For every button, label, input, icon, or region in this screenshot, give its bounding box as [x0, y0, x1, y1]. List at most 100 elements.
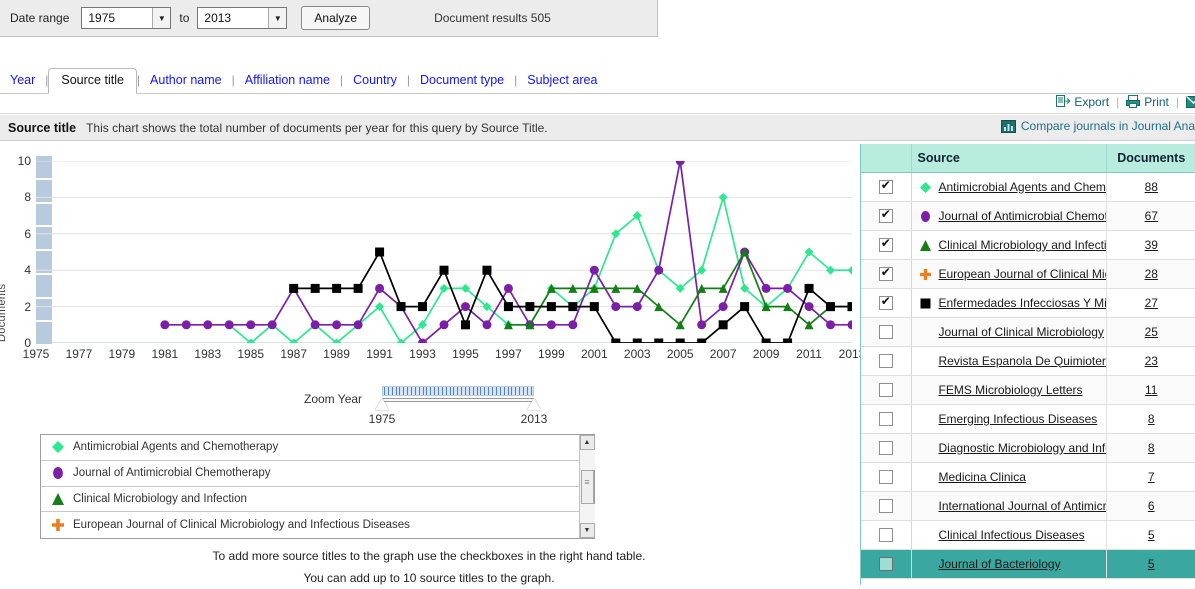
- source-link[interactable]: Emerging Infectious Diseases: [939, 412, 1098, 426]
- row-checkbox-cell[interactable]: [861, 404, 911, 433]
- col-header-documents[interactable]: Documents: [1106, 144, 1195, 172]
- row-checkbox-cell[interactable]: [861, 259, 911, 288]
- documents-count-link[interactable]: 27: [1145, 296, 1158, 310]
- source-link[interactable]: Journal of Clinical Microbiology: [939, 325, 1104, 339]
- table-row[interactable]: Enfermedades Infecciosas Y Mic 27: [861, 288, 1195, 317]
- source-checkbox[interactable]: [879, 180, 893, 194]
- table-row[interactable]: Journal of Clinical Microbiology 25: [861, 317, 1195, 346]
- col-header-checkbox: [861, 144, 911, 172]
- email-action[interactable]: [1186, 96, 1195, 108]
- table-row[interactable]: Clinical Infectious Diseases 5: [861, 520, 1195, 549]
- source-link[interactable]: International Journal of Antimicro: [939, 499, 1107, 513]
- source-link[interactable]: Clinical Microbiology and Infectio: [939, 238, 1107, 252]
- row-checkbox-cell[interactable]: [861, 201, 911, 230]
- table-row[interactable]: Emerging Infectious Diseases 8: [861, 404, 1195, 433]
- from-year-select[interactable]: 1975 ▼: [81, 7, 171, 29]
- documents-count-link[interactable]: 39: [1145, 238, 1158, 252]
- source-link[interactable]: European Journal of Clinical Mic: [939, 267, 1107, 281]
- source-checkbox[interactable]: [879, 557, 893, 571]
- row-checkbox-cell[interactable]: [861, 520, 911, 549]
- documents-count-link[interactable]: 88: [1145, 180, 1158, 194]
- source-link[interactable]: Revista Espanola De Quimiotera: [939, 354, 1107, 368]
- table-row[interactable]: Diagnostic Microbiology and Infe 8: [861, 433, 1195, 462]
- to-year-select[interactable]: 2013 ▼: [197, 7, 287, 29]
- source-checkbox[interactable]: [879, 238, 893, 252]
- to-year-value: 2013: [204, 11, 231, 25]
- zoom-year-handle-right[interactable]: [527, 398, 541, 410]
- row-checkbox-cell[interactable]: [861, 549, 911, 578]
- table-row[interactable]: Clinical Microbiology and Infectio 39: [861, 230, 1195, 259]
- row-checkbox-cell[interactable]: [861, 491, 911, 520]
- documents-count-link[interactable]: 6: [1148, 499, 1155, 513]
- zoom-year-rail[interactable]: [382, 398, 534, 402]
- source-link[interactable]: Enfermedades Infecciosas Y Mic: [939, 296, 1107, 310]
- source-checkbox[interactable]: [879, 354, 893, 368]
- documents-count-link[interactable]: 5: [1148, 528, 1155, 542]
- source-checkbox[interactable]: [879, 383, 893, 397]
- legend-item[interactable]: Journal of Antimicrobial Chemotherapy: [41, 461, 579, 487]
- row-checkbox-cell[interactable]: [861, 433, 911, 462]
- source-checkbox[interactable]: [879, 325, 893, 339]
- documents-count-cell: 25: [1106, 317, 1195, 346]
- documents-count-link[interactable]: 28: [1145, 267, 1158, 281]
- zoom-year-slider[interactable]: [382, 386, 534, 408]
- section-description: This chart shows the total number of doc…: [86, 121, 548, 135]
- source-link[interactable]: Antimicrobial Agents and Chemo: [939, 180, 1107, 194]
- source-checkbox[interactable]: [879, 441, 893, 455]
- table-row[interactable]: FEMS Microbiology Letters 11: [861, 375, 1195, 404]
- scroll-down-icon[interactable]: ▼: [580, 523, 595, 538]
- source-link[interactable]: Journal of Antimicrobial Chemot: [939, 209, 1107, 223]
- table-row[interactable]: Medicina Clinica 7: [861, 462, 1195, 491]
- source-table-pane: Source Documents Antimicrobial Agents an…: [860, 144, 1195, 585]
- table-row[interactable]: Journal of Antimicrobial Chemot 67: [861, 201, 1195, 230]
- table-row[interactable]: Revista Espanola De Quimiotera 23: [861, 346, 1195, 375]
- legend-scrollbar[interactable]: ▲ ▼: [579, 435, 594, 538]
- table-row[interactable]: Journal of Bacteriology 5: [861, 549, 1195, 578]
- legend-scroll-thumb[interactable]: [581, 470, 594, 504]
- source-checkbox[interactable]: [879, 470, 893, 484]
- chevron-down-icon[interactable]: ▼: [152, 8, 170, 28]
- action-separator: |: [1116, 95, 1119, 109]
- source-checkbox[interactable]: [879, 412, 893, 426]
- source-checkbox[interactable]: [879, 499, 893, 513]
- legend-item[interactable]: Clinical Microbiology and Infection: [41, 487, 579, 513]
- documents-count-link[interactable]: 23: [1145, 354, 1158, 368]
- print-action[interactable]: Print: [1126, 95, 1169, 109]
- source-link[interactable]: FEMS Microbiology Letters: [939, 383, 1083, 397]
- source-link[interactable]: Diagnostic Microbiology and Infe: [939, 441, 1107, 455]
- source-checkbox[interactable]: [879, 296, 893, 310]
- documents-count-link[interactable]: 25: [1145, 325, 1158, 339]
- table-row[interactable]: International Journal of Antimicro 6: [861, 491, 1195, 520]
- row-checkbox-cell[interactable]: [861, 172, 911, 201]
- documents-count-link[interactable]: 7: [1148, 470, 1155, 484]
- source-checkbox[interactable]: [879, 267, 893, 281]
- source-link[interactable]: Journal of Bacteriology: [939, 557, 1061, 571]
- legend-item[interactable]: European Journal of Clinical Microbiolog…: [41, 512, 579, 538]
- chevron-down-icon[interactable]: ▼: [268, 8, 286, 28]
- source-link[interactable]: Clinical Infectious Diseases: [939, 528, 1085, 542]
- row-checkbox-cell[interactable]: [861, 375, 911, 404]
- scroll-up-icon[interactable]: ▲: [580, 435, 595, 450]
- row-checkbox-cell[interactable]: [861, 462, 911, 491]
- zoom-year-handle-left[interactable]: [375, 398, 389, 410]
- source-checkbox[interactable]: [879, 528, 893, 542]
- col-header-source[interactable]: Source: [911, 144, 1106, 172]
- source-checkbox[interactable]: [879, 209, 893, 223]
- table-row[interactable]: European Journal of Clinical Mic 28: [861, 259, 1195, 288]
- compare-journals-label: Compare journals in Journal Ana: [1021, 119, 1195, 133]
- export-action[interactable]: Export: [1056, 95, 1109, 109]
- documents-count-link[interactable]: 67: [1145, 209, 1158, 223]
- analyze-button[interactable]: Analyze: [301, 6, 370, 30]
- compare-journals-link[interactable]: Compare journals in Journal Ana: [1001, 119, 1195, 133]
- row-checkbox-cell[interactable]: [861, 317, 911, 346]
- source-link[interactable]: Medicina Clinica: [939, 470, 1026, 484]
- legend-item[interactable]: Antimicrobial Agents and Chemotherapy: [41, 435, 579, 461]
- row-checkbox-cell[interactable]: [861, 346, 911, 375]
- documents-count-link[interactable]: 5: [1148, 557, 1155, 571]
- row-checkbox-cell[interactable]: [861, 230, 911, 259]
- documents-count-link[interactable]: 11: [1145, 383, 1157, 397]
- row-checkbox-cell[interactable]: [861, 288, 911, 317]
- documents-count-link[interactable]: 8: [1148, 412, 1155, 426]
- documents-count-link[interactable]: 8: [1148, 441, 1155, 455]
- table-row[interactable]: Antimicrobial Agents and Chemo 88: [861, 172, 1195, 201]
